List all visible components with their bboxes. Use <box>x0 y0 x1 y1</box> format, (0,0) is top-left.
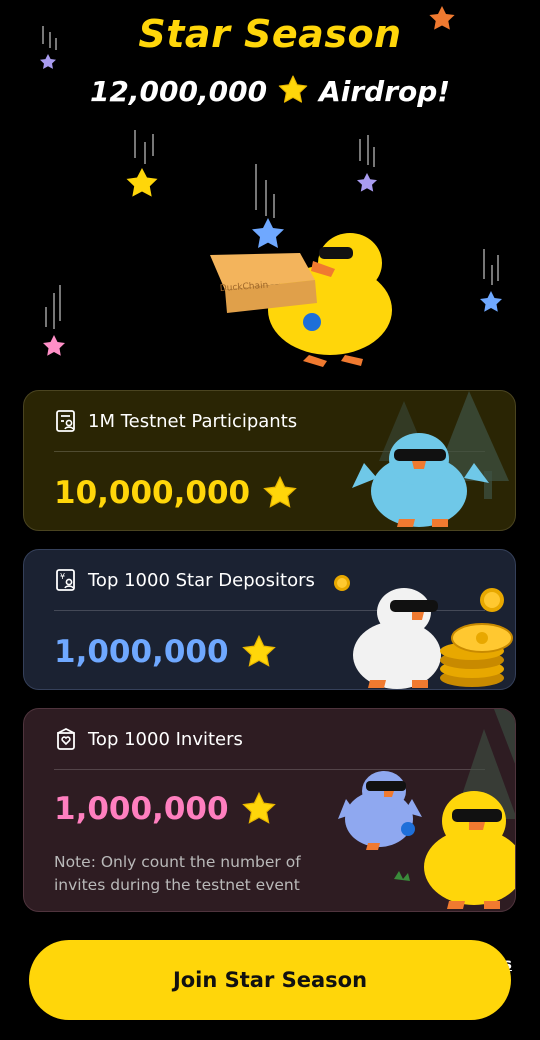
svg-text:¥: ¥ <box>60 572 65 581</box>
star-icon <box>278 75 308 103</box>
inviter-ducks-illustration <box>338 709 515 909</box>
card-title: Top 1000 Star Depositors <box>88 569 315 591</box>
reward-amount: 1,000,000 <box>54 634 277 670</box>
reward-card-depositors: ¥ Top 1000 Star Depositors 1,000,000 <box>23 549 516 690</box>
card-title: 1M Testnet Participants <box>88 410 298 432</box>
inviters-note: Note: Only count the number of invites d… <box>54 853 301 894</box>
falling-star-icon <box>429 6 455 30</box>
reward-amount: 10,000,000 <box>54 475 298 511</box>
yen-card-icon: ¥ <box>56 569 75 591</box>
reward-card-testnet: 1M Testnet Participants 10,000,000 <box>23 390 516 531</box>
reward-amount-value: 1,000,000 <box>54 791 229 827</box>
id-card-icon <box>56 410 75 432</box>
reward-amount-value: 1,000,000 <box>54 634 229 670</box>
reward-amount-value: 10,000,000 <box>54 475 251 511</box>
card-header: Top 1000 Inviters <box>54 727 243 751</box>
heart-card-icon <box>57 727 75 750</box>
reward-card-inviters: Top 1000 Inviters 1,000,000 Note: Only c… <box>23 708 516 912</box>
falling-star-icon <box>480 249 502 312</box>
reward-amount: 1,000,000 <box>54 791 277 827</box>
star-icon <box>241 791 276 824</box>
join-star-season-button[interactable]: Join Star Season <box>29 940 511 1020</box>
falling-star-icon <box>40 26 57 69</box>
airdrop-subtitle: 12,000,000 Airdrop! <box>0 74 540 108</box>
falling-star-icon <box>43 285 65 356</box>
star-icon <box>241 634 276 667</box>
blue-duck-illustration <box>352 391 509 527</box>
hero-banner: Star Season 12,000,000 Airdrop! DuckChai… <box>0 0 540 380</box>
white-duck-coins-illustration <box>334 575 513 689</box>
falling-star-icon <box>357 135 377 192</box>
falling-star-icon <box>126 130 158 197</box>
airdrop-amount: 12,000,000 <box>89 75 268 108</box>
card-header: ¥ Top 1000 Star Depositors <box>54 568 315 592</box>
airdrop-suffix: Airdrop! <box>319 75 451 108</box>
card-title: Top 1000 Inviters <box>88 728 243 750</box>
duck-mascot-illustration: DuckChain <box>210 233 392 367</box>
star-icon <box>263 475 297 508</box>
card-header: 1M Testnet Participants <box>54 409 297 433</box>
